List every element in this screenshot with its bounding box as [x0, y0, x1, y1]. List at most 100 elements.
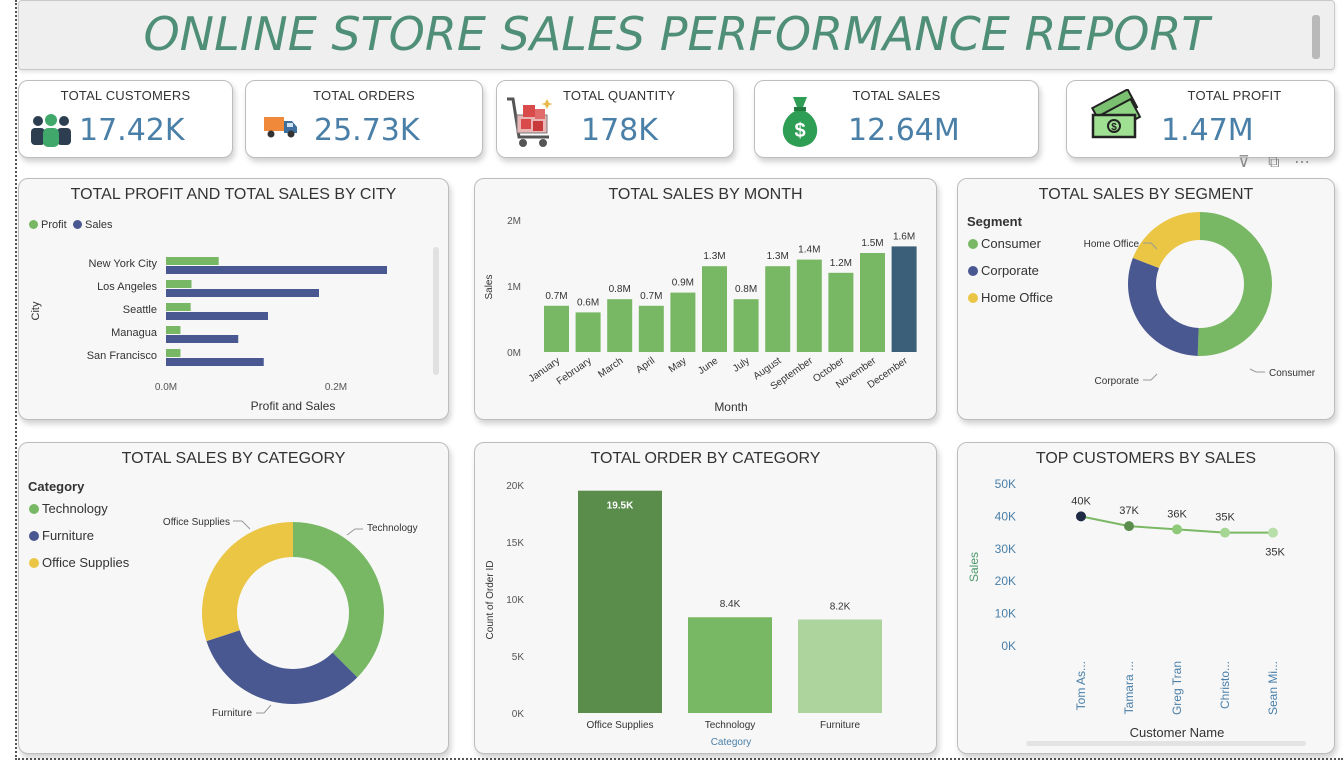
y-tick-label: 0K	[1001, 639, 1016, 653]
kpi-card-customers[interactable]: TOTAL CUSTOMERS 17.42K	[18, 80, 233, 158]
data-label: 0.8M	[735, 284, 757, 295]
month-tick-label: March	[596, 355, 625, 380]
kpi-card-orders[interactable]: TOTAL ORDERS 25.73K	[245, 80, 483, 158]
bar-sales	[166, 312, 268, 320]
y-tick-label: 2M	[507, 216, 521, 227]
title-scrollbar[interactable]	[1312, 15, 1320, 59]
leader-line	[1249, 368, 1265, 373]
data-point	[1124, 521, 1134, 532]
order-bar-chart: 0K 5K 10K 15K 20K 19.5K Office Supplies 8.4K Tec…	[485, 481, 882, 748]
y-tick-label: 15K	[506, 538, 524, 549]
x-axis-title: Profit and Sales	[251, 399, 336, 413]
x-axis-title: Category	[711, 737, 752, 748]
segment-donut-chart: Consumer Corporate Home Office	[1084, 212, 1316, 387]
slice-label: Consumer	[1269, 368, 1316, 379]
bar-month	[544, 305, 569, 352]
bar-category	[578, 490, 662, 713]
focus-mode-icon[interactable]: ⧉	[1268, 154, 1279, 171]
title-bar: ONLINE STORE SALES PERFORMANCE REPORT	[18, 0, 1335, 70]
kpi-value: 12.64M	[848, 113, 960, 148]
bar-sales	[166, 289, 319, 297]
kpi-card-sales[interactable]: TOTAL SALES $ 12.64M	[754, 80, 1039, 158]
money-bag-icon: $	[775, 93, 825, 156]
leader-line	[233, 520, 251, 530]
kpi-value: 1.47M	[1161, 113, 1254, 148]
bar-month	[860, 253, 885, 352]
bar-month	[733, 299, 759, 352]
segment-slice	[1197, 212, 1272, 356]
leader-line	[346, 528, 363, 536]
kpi-value: 25.73K	[314, 113, 420, 148]
panel-sales-by-month[interactable]: TOTAL SALES BY MONTH 0M 1M 2M 0.7M January 0.…	[474, 178, 937, 420]
kpi-label: TOTAL PROFIT	[1187, 88, 1282, 103]
month-tick-label: July	[731, 355, 752, 374]
y-tick-label: 20K	[995, 574, 1016, 588]
data-label: 0.7M	[640, 291, 662, 302]
city-tick-label: Los Angeles	[97, 281, 157, 293]
city-tick-label: Seattle	[123, 304, 157, 316]
customer-scrollbar[interactable]	[1026, 741, 1306, 746]
customer-tick-label: Tom As...	[1074, 661, 1088, 710]
delivery-truck-icon	[262, 113, 300, 146]
slice-label: Technology	[367, 523, 418, 534]
y-tick-label: 30K	[995, 542, 1016, 556]
panel-profit-sales-by-city[interactable]: TOTAL PROFIT AND TOTAL SALES BY CITY Pro…	[18, 178, 449, 420]
y-tick-label: 10K	[506, 595, 524, 606]
data-label: 8.4K	[720, 599, 741, 610]
bar-sales	[166, 358, 264, 366]
category-tick-label: Furniture	[820, 720, 860, 731]
slice-label: Corporate	[1095, 376, 1140, 387]
x-axis-title: Customer Name	[1130, 725, 1225, 740]
bar-category	[688, 617, 772, 713]
svg-text:$: $	[794, 120, 805, 142]
panel-top-customers[interactable]: TOP CUSTOMERS BY SALES 0K 10K 20K 30K 40K 50K…	[957, 442, 1335, 754]
y-axis-title: Sales	[967, 552, 981, 582]
data-label: 19.5K	[607, 501, 634, 512]
bar-month	[670, 292, 696, 352]
bar-profit	[166, 349, 181, 357]
x-tick-label: 0.0M	[155, 382, 177, 393]
kpi-card-quantity[interactable]: TOTAL QUANTITY 178K	[496, 80, 734, 158]
city-bar-chart: New York City Los Angeles Seattle Managua Sa…	[30, 257, 387, 413]
city-scrollbar[interactable]	[433, 247, 439, 375]
data-label: 1.4M	[798, 245, 820, 256]
data-point	[1076, 511, 1086, 522]
data-label: 0.7M	[545, 291, 567, 302]
kpi-card-profit[interactable]: TOTAL PROFIT $ 1.47M	[1066, 80, 1335, 158]
cash-stack-icon: $	[1089, 88, 1147, 148]
panel-order-by-category[interactable]: TOTAL ORDER BY CATEGORY 0K 5K 10K 15K 20K 19.…	[474, 442, 937, 754]
customer-line-chart: 0K 10K 20K 30K 40K 50K 40K Tom As... 37K Tamara .…	[967, 477, 1285, 740]
data-label: 35K	[1215, 512, 1235, 524]
y-tick-label: 50K	[995, 477, 1016, 491]
kpi-label: TOTAL QUANTITY	[563, 88, 676, 103]
data-point	[1220, 527, 1230, 538]
y-tick-label: 5K	[512, 652, 525, 663]
slice-label: Furniture	[212, 708, 252, 719]
category-tick-label: Office Supplies	[586, 720, 653, 731]
city-tick-label: New York City	[89, 258, 158, 270]
y-tick-label: 0K	[512, 709, 525, 720]
customer-tick-label: Sean Mi...	[1266, 661, 1280, 715]
x-axis-title: Month	[714, 400, 747, 414]
customer-tick-label: Tamara ...	[1122, 661, 1136, 714]
category-slice	[293, 522, 385, 678]
data-label: 1.5M	[861, 238, 883, 249]
data-label: 1.6M	[893, 231, 915, 242]
y-tick-label: 20K	[506, 481, 524, 492]
data-label: 40K	[1071, 495, 1091, 507]
data-point	[1172, 524, 1182, 535]
kpi-value: 17.42K	[79, 113, 185, 148]
more-options-icon[interactable]: ⋯	[1294, 154, 1310, 171]
bar-month	[796, 259, 822, 352]
kpi-label: TOTAL CUSTOMERS	[60, 88, 191, 103]
y-axis-title: City	[30, 301, 42, 320]
data-label: 0.8M	[609, 284, 631, 295]
panel-sales-by-segment[interactable]: TOTAL SALES BY SEGMENT Segment Consumer …	[957, 178, 1335, 420]
category-tick-label: Technology	[705, 720, 756, 731]
city-tick-label: Managua	[111, 327, 158, 339]
filter-icon[interactable]: ⊽	[1238, 154, 1250, 171]
slice-label: Office Supplies	[163, 517, 230, 528]
customer-tick-label: Greg Tran	[1170, 661, 1184, 715]
panel-sales-by-category[interactable]: TOTAL SALES BY CATEGORY Category Technol…	[18, 442, 449, 754]
bar-sales	[166, 335, 239, 343]
